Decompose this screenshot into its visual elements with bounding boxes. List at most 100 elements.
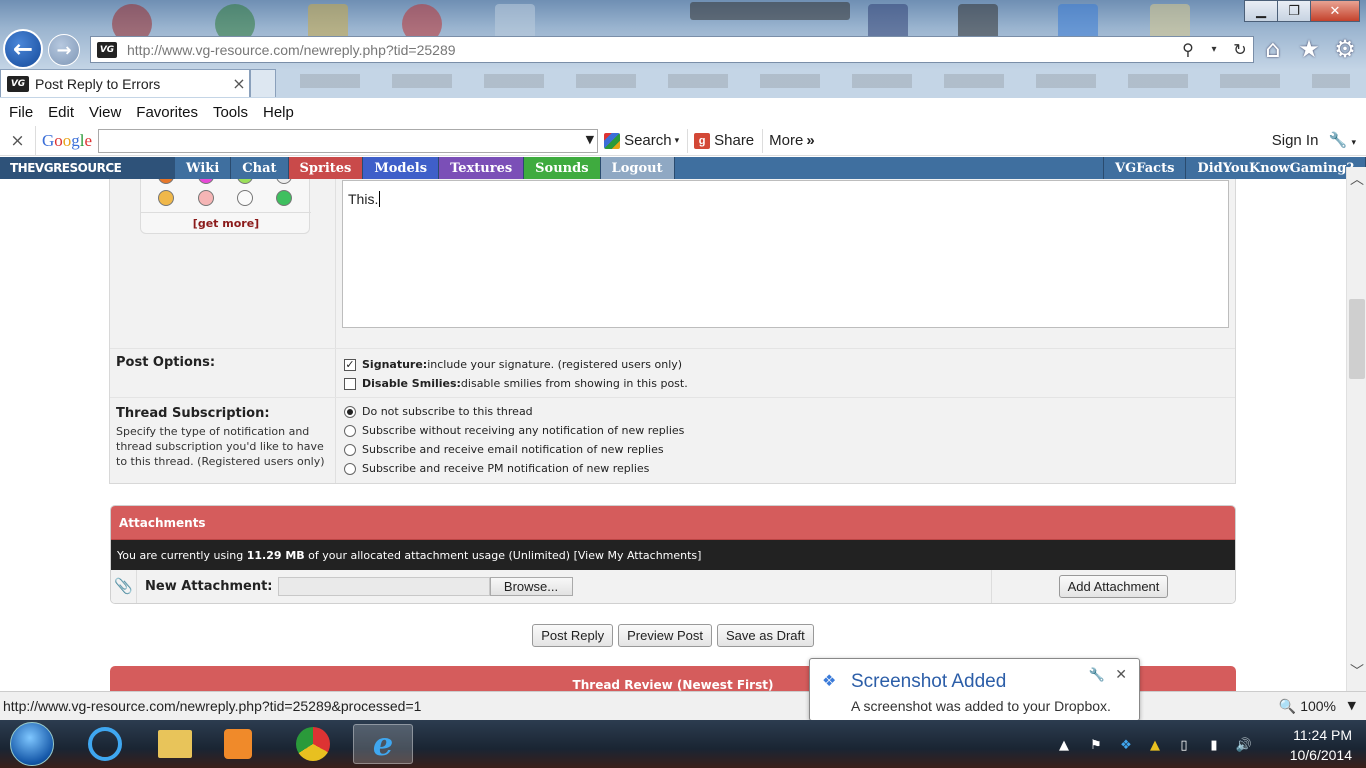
tray-network-icon[interactable]: ▮ — [1206, 737, 1222, 753]
page-scrollbar[interactable]: ︿ ﹀ — [1346, 167, 1366, 691]
refresh-icon[interactable]: ↻ — [1227, 40, 1253, 59]
nav-textures[interactable]: Textures — [439, 157, 525, 179]
wrench-icon[interactable]: 🔧 — [1329, 132, 1348, 149]
search-icon[interactable]: ⚲ — [1175, 40, 1201, 59]
tray-drive-icon[interactable]: ▲ — [1147, 737, 1163, 753]
forward-button[interactable]: → — [48, 34, 80, 66]
browse-button[interactable]: Browse... — [489, 577, 573, 596]
subscription-radio[interactable] — [344, 443, 356, 456]
menu-edit[interactable]: Edit — [48, 104, 74, 121]
favorites-star-icon[interactable]: ★ — [1294, 34, 1324, 64]
tray-dropbox-icon[interactable]: ❖ — [1118, 737, 1134, 753]
chevron-down-icon[interactable]: ▼ — [586, 133, 594, 146]
google-search-button[interactable]: Search ▾ — [604, 128, 689, 153]
taskbar-explorer-icon[interactable] — [145, 724, 205, 764]
smiley-icon[interactable] — [276, 179, 292, 184]
menu-help[interactable]: Help — [263, 104, 294, 121]
message-textarea[interactable]: This. — [342, 180, 1229, 328]
home-icon[interactable]: ⌂ — [1258, 34, 1288, 64]
attachments-panel: Attachments You are currently using 11.2… — [110, 505, 1236, 604]
subscription-option[interactable]: Subscribe without receiving any notifica… — [344, 421, 1227, 440]
subscription-radio[interactable] — [344, 405, 356, 418]
subscription-radio[interactable] — [344, 462, 356, 475]
smiley-icon[interactable] — [237, 190, 253, 206]
minimize-button[interactable]: ▁ — [1244, 0, 1278, 22]
subscription-option[interactable]: Subscribe and receive email notification… — [344, 440, 1227, 459]
url-text[interactable]: http://www.vg-resource.com/newreply.php?… — [127, 42, 1175, 58]
nav-chat[interactable]: Chat — [231, 157, 289, 179]
google-signin-button[interactable]: Sign In 🔧 ▾ — [1272, 131, 1356, 149]
folder-icon — [158, 730, 192, 758]
preview-post-button[interactable]: Preview Post — [618, 624, 712, 647]
back-button[interactable]: ← — [3, 29, 43, 69]
page-content: [get more] This. Post Options: ✓ Signatu… — [0, 179, 1346, 691]
new-tab-button[interactable] — [250, 69, 276, 97]
google-toolbar-close-icon[interactable]: × — [0, 125, 36, 156]
close-icon[interactable]: ✕ — [1115, 667, 1127, 683]
wrench-icon[interactable]: 🔧 — [1089, 668, 1105, 683]
post-options-row: Post Options: ✓ Signature: include your … — [110, 348, 1235, 397]
nav-wiki[interactable]: Wiki — [175, 157, 232, 179]
nav-logout[interactable]: Logout — [600, 157, 675, 179]
nav-vgfacts[interactable]: VGFacts — [1103, 157, 1187, 179]
usage-suffix[interactable]: of your allocated attachment usage (Unli… — [308, 549, 701, 562]
close-window-button[interactable]: ✕ — [1310, 0, 1360, 22]
tab-close-icon[interactable]: × — [229, 74, 249, 93]
tray-volume-icon[interactable]: 🔊 — [1236, 737, 1252, 753]
smiley-icon[interactable] — [198, 190, 214, 206]
restore-button[interactable]: ❐ — [1277, 0, 1311, 22]
chevron-down-icon[interactable]: ▼ — [1348, 699, 1356, 712]
menu-file[interactable]: File — [9, 104, 33, 121]
smiley-icon[interactable] — [158, 190, 174, 206]
status-bar: http://www.vg-resource.com/newreply.php?… — [0, 691, 1366, 720]
post-reply-button[interactable]: Post Reply — [532, 624, 614, 647]
nav-sprites[interactable]: Sprites — [288, 157, 364, 179]
disable-smilies-checkbox[interactable] — [344, 377, 356, 390]
tray-show-hidden-icon[interactable]: ▲ — [1056, 737, 1072, 753]
nav-sounds[interactable]: Sounds — [524, 157, 601, 179]
menu-tools[interactable]: Tools — [213, 104, 248, 121]
nav-didyouknowgaming[interactable]: DidYouKnowGaming? — [1186, 157, 1366, 179]
menu-view[interactable]: View — [89, 104, 121, 121]
tab-post-reply[interactable]: VG Post Reply to Errors × — [0, 69, 250, 97]
nav-models[interactable]: Models — [363, 157, 440, 179]
clock-time[interactable]: 11:24 PM — [1293, 727, 1352, 743]
address-bar[interactable]: VG http://www.vg-resource.com/newreply.p… — [90, 36, 1254, 63]
tray-action-center-icon[interactable]: ⚑ — [1088, 737, 1104, 753]
save-draft-button[interactable]: Save as Draft — [716, 624, 814, 647]
smiley-icon[interactable] — [276, 190, 292, 206]
smiley-icon[interactable] — [158, 179, 174, 184]
settings-gear-icon[interactable]: ⚙ — [1330, 34, 1360, 64]
vg-resource-logo[interactable]: THEVGRESOURCE — [0, 157, 175, 179]
dropbox-notification[interactable]: ❖ Screenshot Added A screenshot was adde… — [809, 658, 1140, 721]
scroll-down-icon[interactable]: ﹀ — [1347, 659, 1366, 683]
get-more-smilies-link[interactable]: [get more] — [141, 212, 311, 230]
scroll-up-icon[interactable]: ︿ — [1347, 167, 1366, 191]
google-search-input[interactable]: ▼ — [98, 128, 599, 153]
subscription-option[interactable]: Do not subscribe to this thread — [344, 402, 1227, 421]
taskbar-swirl-app-icon[interactable] — [75, 724, 135, 764]
taskbar-media-icon[interactable] — [208, 724, 268, 764]
scrollbar-thumb[interactable] — [1349, 299, 1365, 379]
file-path-input[interactable] — [277, 577, 490, 596]
chevron-down-icon[interactable]: ▾ — [1201, 44, 1227, 55]
google-share-button[interactable]: g Share — [694, 128, 764, 153]
tray-device-icon[interactable]: ▯ — [1176, 737, 1192, 753]
zoom-level[interactable]: 🔍 100% — [1279, 698, 1336, 715]
smiley-icon[interactable] — [198, 179, 214, 184]
taskbar-ie-icon[interactable]: e — [353, 724, 413, 764]
start-button[interactable] — [10, 722, 54, 766]
menu-favorites[interactable]: Favorites — [136, 104, 198, 121]
add-attachment-button[interactable]: Add Attachment — [1058, 575, 1169, 598]
chrome-icon — [296, 727, 330, 761]
clock-date[interactable]: 10/6/2014 — [1290, 747, 1352, 763]
site-nav-bar: THEVGRESOURCE Wiki Chat Sprites Models T… — [0, 157, 1366, 179]
signature-checkbox[interactable]: ✓ — [344, 358, 356, 371]
taskbar-chrome-icon[interactable] — [283, 724, 343, 764]
subscription-option[interactable]: Subscribe and receive PM notification of… — [344, 459, 1227, 478]
vg-favicon-icon: VG — [7, 75, 29, 92]
google-more-button[interactable]: More » — [769, 129, 823, 153]
smiley-icon[interactable] — [237, 179, 253, 184]
subscription-radio[interactable] — [344, 424, 356, 437]
post-options-label: Post Options: — [116, 355, 216, 370]
